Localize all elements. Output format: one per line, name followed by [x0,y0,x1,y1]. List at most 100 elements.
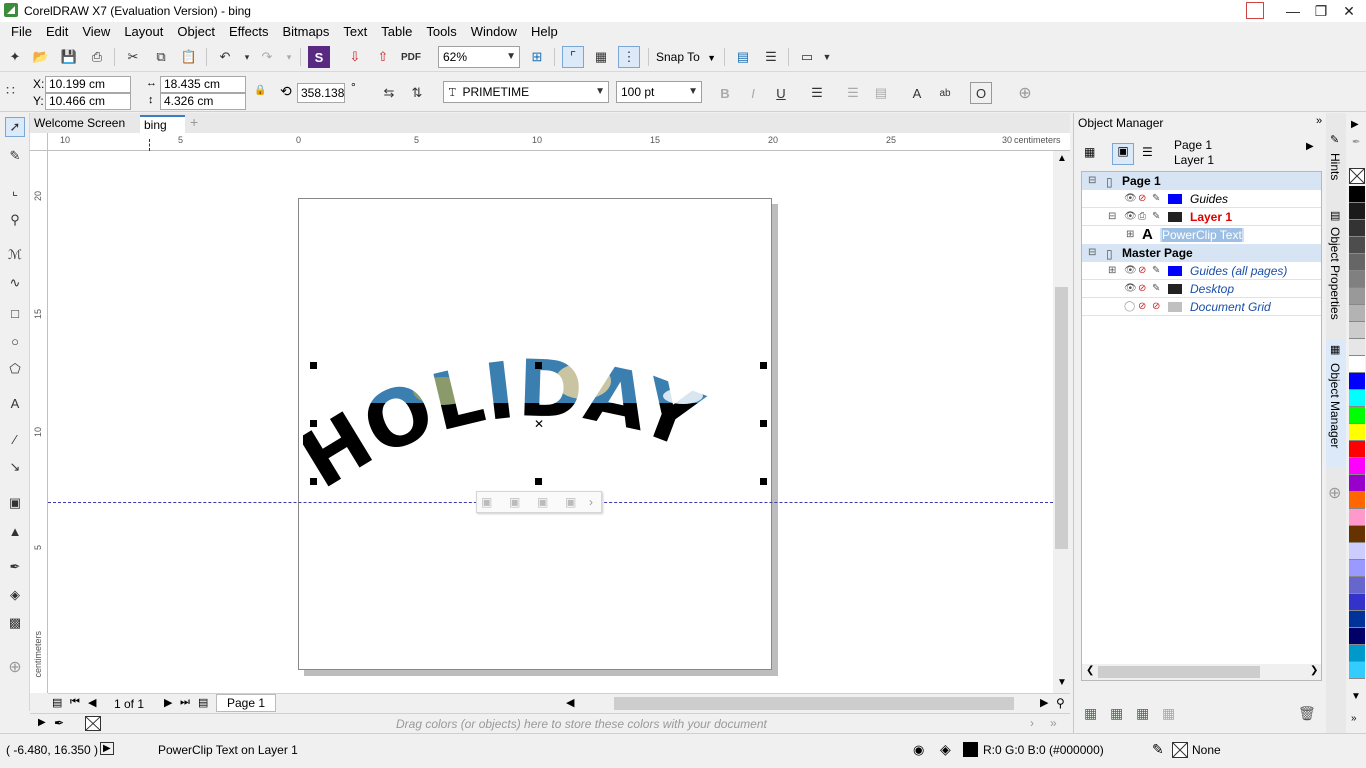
expand-icon[interactable]: ⊞ [1108,265,1116,276]
show-rulers-icon[interactable]: ⌜ [562,46,584,68]
y-position-field[interactable]: 10.466 cm [45,93,131,110]
color-swatch[interactable] [1349,577,1365,594]
chevron-down-icon[interactable]: ▼ [816,46,838,68]
show-object-properties-icon[interactable]: ▦ [1084,145,1102,163]
edit-across-layers-icon[interactable]: ▣ [1112,143,1134,165]
docker-expand-icon[interactable]: » [1316,115,1322,127]
artistic-media-icon[interactable]: ∿ [5,273,25,293]
tree-row-layer-1[interactable]: ⊟ 👁 ⎙ ✎ Layer 1 [1082,208,1321,226]
horizontal-scroll-thumb[interactable] [614,697,1014,710]
outline-none-swatch[interactable] [1172,742,1188,758]
palette-expand-icon[interactable]: » [1351,713,1357,724]
no-fill-swatch[interactable] [1349,168,1365,184]
previous-page-icon[interactable]: ◀ [88,696,96,709]
shape-tool-icon[interactable]: ✎ [5,146,25,166]
extract-contents-icon[interactable]: ▣ [537,495,548,509]
corel-connect-icon[interactable]: S [308,46,330,68]
selection-handle[interactable] [535,478,542,485]
selection-handle[interactable] [760,420,767,427]
color-swatch[interactable] [1349,458,1365,475]
height-field[interactable]: 4.326 cm [160,93,246,110]
color-swatch[interactable] [1349,203,1365,220]
opentype-icon[interactable]: O [970,82,992,104]
transparency-icon[interactable]: ▲ [5,521,25,541]
object-origin-icon[interactable]: ∷ [6,82,15,99]
underline-icon[interactable]: U [770,82,792,104]
layer-manager-view-icon[interactable]: ☰ [1142,145,1160,163]
color-swatch[interactable] [1349,543,1365,560]
x-position-field[interactable]: 10.199 cm [45,76,131,93]
application-launcher-icon[interactable]: ☰ [760,46,782,68]
collapse-icon[interactable]: ⊟ [1108,211,1116,222]
add-tool-icon[interactable]: ⊕ [5,657,25,677]
new-master-layer-odd-icon[interactable]: ▦ [1162,705,1175,722]
play-icon[interactable]: ▶ [100,742,114,755]
chevron-right-icon[interactable]: ▶ [1306,141,1314,152]
tab-page-1[interactable]: Page 1 [216,694,276,712]
color-swatch[interactable] [1349,288,1365,305]
color-swatch[interactable] [1349,407,1365,424]
add-page-before-icon[interactable]: ▤ [52,696,62,709]
tab-hints[interactable]: Hints [1328,153,1342,180]
new-master-layer-all-icon[interactable]: ▦ [1136,705,1149,722]
text-alignment-icon[interactable]: ☰ [806,82,828,104]
vertical-scrollbar[interactable]: ▲ ▼ [1053,151,1070,693]
color-swatch[interactable] [1349,356,1365,373]
new-layer-icon[interactable]: ▦ [1084,705,1097,722]
cut-icon[interactable]: ✂ [122,46,144,68]
palette-scroll-down-icon[interactable]: ▼ [1351,691,1361,702]
edit-pencil-icon[interactable]: ✎ [1152,265,1160,276]
color-swatch[interactable] [1349,237,1365,254]
menu-text[interactable]: Text [336,23,374,41]
collapse-icon[interactable]: ⊟ [1088,175,1096,186]
selection-handle[interactable] [310,362,317,369]
color-proof-icon[interactable]: ◉ [913,742,924,758]
mirror-horizontal-icon[interactable]: ⇆ [378,82,400,104]
color-swatch[interactable] [1349,186,1365,203]
layer-color-swatch[interactable] [1168,284,1182,294]
last-page-icon[interactable]: ⏭ [180,696,190,709]
smart-fill-icon[interactable]: ▩ [5,613,25,633]
interactive-fill-icon[interactable]: ◈ [5,585,25,605]
import-icon[interactable]: ⇩ [344,46,366,68]
tree-row-document-grid[interactable]: ◯ ⊘ ⊘ Document Grid [1082,298,1321,316]
color-swatch[interactable] [1349,390,1365,407]
menu-tools[interactable]: Tools [419,23,463,41]
tree-row-guides[interactable]: 👁 ⊘ ✎ Guides [1082,190,1321,208]
select-contents-icon[interactable]: ▣ [509,495,520,509]
rotation-angle-field[interactable]: 358.138 [297,83,345,103]
scroll-palette-icon[interactable]: › [1030,716,1034,730]
text-properties-icon[interactable]: A [906,82,928,104]
menu-effects[interactable]: Effects [222,23,276,41]
full-screen-preview-icon[interactable]: ⊞ [526,46,548,68]
color-swatch[interactable] [1349,509,1365,526]
color-swatch[interactable] [1349,560,1365,577]
crop-tool-icon[interactable]: ⌞ [5,181,25,201]
menu-file[interactable]: File [4,23,39,41]
horizontal-ruler[interactable]: 10 5 0 5 10 15 20 25 30 centimeters [48,133,1070,151]
visibility-eye-icon[interactable]: 👁 [1124,283,1137,294]
edit-pencil-icon[interactable]: ✎ [1152,283,1160,294]
palette-scroll-up-icon[interactable]: ▶ [1351,119,1359,130]
visibility-eye-icon[interactable]: 👁 [1124,193,1137,204]
tab-bing[interactable]: bing [140,115,185,133]
expand-palette-icon[interactable]: » [1050,716,1057,730]
scroll-up-icon[interactable]: ▲ [1057,153,1067,164]
redo-dropdown-icon[interactable]: ▾ [278,46,300,68]
new-master-layer-icon[interactable]: ▦ [1110,705,1123,722]
edit-pencil-icon[interactable]: ✎ [1152,193,1160,204]
open-icon[interactable]: 📂 [30,46,52,68]
tree-row-guides-all-pages[interactable]: ⊞ 👁 ⊘ ✎ Guides (all pages) [1082,262,1321,280]
ellipse-tool-icon[interactable]: ○ [5,331,25,351]
menu-help[interactable]: Help [524,23,565,41]
menu-object[interactable]: Object [170,23,222,41]
scroll-right-icon[interactable]: ▶ [1040,696,1048,709]
edit-disabled-icon[interactable]: ⊘ [1152,301,1160,312]
layer-color-swatch[interactable] [1168,194,1182,204]
tab-object-properties[interactable]: Object Properties [1328,227,1342,320]
color-swatch[interactable] [1349,373,1365,390]
fill-color-swatch[interactable] [963,742,978,757]
edit-powerclip-icon[interactable]: ▣ [481,495,492,509]
parallel-dimension-icon[interactable]: ∕ [5,429,25,449]
print-disabled-icon[interactable]: ⊘ [1138,283,1146,294]
